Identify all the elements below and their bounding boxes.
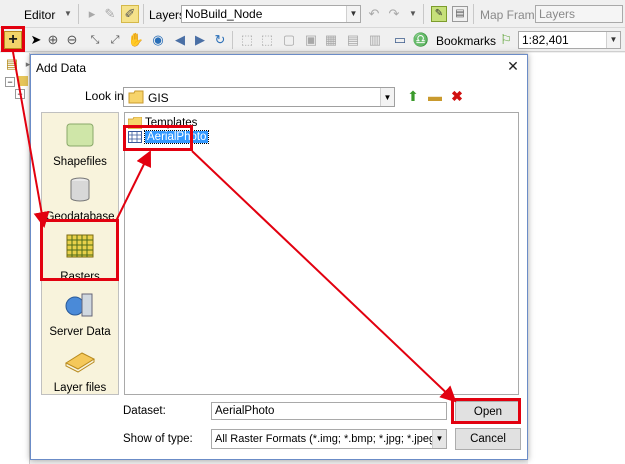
dataset-name-field[interactable]: AerialPhoto [211, 402, 447, 420]
editor-toolbar: Editor ▼ ▸ ✎ ✐ Layers NoBuild_Node ▼ ↶ ↷… [0, 0, 625, 28]
fixed-zoom-in-icon[interactable]: ⤡ [87, 32, 103, 48]
refresh-icon[interactable]: ↻ [212, 32, 228, 48]
editor-dropdown-icon[interactable]: ▼ [60, 6, 76, 22]
map-frame-dropdown[interactable]: Layers [535, 5, 623, 23]
expand-collapse-icon[interactable]: − [5, 77, 15, 87]
server-data-icon [65, 293, 93, 317]
go-back-icon[interactable]: ◀ [172, 32, 188, 48]
geodatabase-icon [70, 177, 90, 202]
toolbar-separator [473, 4, 474, 24]
sidebar-item-layer-files[interactable]: Layer files [42, 341, 118, 394]
zoom-in-icon[interactable]: ⊕ [45, 32, 61, 48]
map-frame-label: Map Frame [480, 8, 542, 22]
zoom-out-icon[interactable]: ⊖ [64, 32, 80, 48]
tools-toolbar: + ➤ ⊕ ⊖ ⤡ ⤢ ✋ ◉ ◀ ▶ ↻ ⬚ ⬚ ▢ ▣ ▦ ▤ ▥ ▭ ♎ … [0, 28, 625, 52]
sidebar-item-server-data[interactable]: Server Data [42, 285, 118, 338]
sketch-pencil-icon[interactable]: ✎ [102, 6, 118, 22]
chevron-down-icon: ▼ [380, 88, 394, 106]
chevron-down-icon: ▼ [606, 32, 620, 48]
look-in-dropdown[interactable]: GIS ▼ [123, 87, 395, 107]
close-icon[interactable]: ✕ [505, 58, 521, 74]
map-scale-dropdown[interactable]: 1:82,401 ▼ [518, 31, 621, 49]
list-by-drawing-order-icon[interactable]: ▤ [4, 56, 20, 72]
binoculars-icon[interactable]: ♎ [413, 32, 429, 48]
folder-icon [128, 90, 144, 104]
toolbar-separator [232, 31, 233, 49]
bookmarks-menu[interactable]: Bookmarks [436, 34, 496, 48]
show-of-type-dropdown[interactable]: All Raster Formats (*.img; *.bmp; *.jpg;… [211, 429, 447, 449]
full-extent-icon[interactable]: ◉ [150, 32, 166, 48]
html-popup-icon[interactable]: ▥ [367, 32, 383, 48]
layers-dropdown-value: NoBuild_Node [185, 7, 263, 21]
sidebar-item-label: Server Data [49, 326, 111, 338]
flag-icon[interactable]: ⚐ [498, 32, 514, 48]
hyperlink-icon[interactable]: ▤ [345, 32, 361, 48]
chevron-down-icon: ▼ [432, 430, 446, 448]
dialog-title: Add Data [36, 61, 87, 75]
map-scale-value: 1:82,401 [522, 33, 569, 47]
toolbar-separator [423, 4, 424, 24]
map-frame-dropdown-value: Layers [539, 7, 576, 21]
editor-toolbar-icon[interactable]: ✐ [121, 5, 139, 23]
highlight-add-data-button [1, 26, 25, 52]
fixed-zoom-out-icon[interactable]: ⤢ [107, 32, 123, 48]
toolbar-options-icon[interactable]: ▼ [405, 6, 421, 22]
look-in-label: Look in: [85, 89, 128, 103]
table-of-contents: ▤ ▸ − − [0, 53, 30, 464]
map-display-area [528, 53, 625, 464]
sidebar-item-label: Layer files [53, 382, 107, 394]
find-icon[interactable]: ▣ [303, 32, 319, 48]
expand-collapse-icon[interactable]: − [15, 89, 25, 99]
up-one-level-icon[interactable]: ⬆ [405, 88, 421, 104]
select-features-icon[interactable]: ⬚ [239, 32, 255, 48]
identify-icon[interactable]: ▢ [281, 32, 297, 48]
data-view-icon[interactable]: ▤ [452, 6, 468, 22]
sidebar-item-geodatabase[interactable]: Geodatabase [42, 176, 118, 223]
sidebar-item-label: Shapefiles [53, 156, 107, 168]
layers-frame-icon [18, 76, 28, 86]
cancel-button[interactable]: Cancel [455, 428, 521, 450]
shapefiles-icon [66, 123, 94, 147]
sidebar-item-shapefiles[interactable]: Shapefiles [42, 119, 118, 168]
highlight-open-button [451, 398, 521, 424]
pan-icon[interactable]: ✋ [128, 32, 144, 48]
go-forward-icon[interactable]: ▶ [192, 32, 208, 48]
toolbar-separator [78, 4, 79, 24]
file-list[interactable]: Templates AerialPhoto [124, 112, 519, 395]
highlight-aerialphoto-item [123, 125, 193, 151]
editor-menu[interactable]: Editor [24, 8, 55, 22]
toolbar-separator [143, 4, 144, 24]
layers-dropdown[interactable]: NoBuild_Node ▼ [181, 5, 361, 23]
highlight-rasters-item [40, 219, 119, 281]
dataset-label: Dataset: [123, 405, 166, 417]
time-slider-icon[interactable]: ▭ [392, 32, 408, 48]
look-in-value: GIS [148, 91, 169, 105]
redo-icon[interactable]: ↷ [386, 6, 402, 22]
edit-tool-icon[interactable]: ▸ [84, 6, 100, 22]
undo-icon[interactable]: ↶ [366, 6, 382, 22]
delete-icon[interactable]: ✖ [449, 88, 465, 104]
chevron-down-icon: ▼ [346, 6, 360, 22]
clear-selection-icon[interactable]: ⬚ [259, 32, 275, 48]
select-elements-icon[interactable]: ➤ [28, 32, 44, 48]
layout-view-icon[interactable]: ✎ [431, 6, 447, 22]
show-of-type-label: Show of type: [123, 433, 193, 445]
layer-files-icon [64, 352, 96, 373]
measure-icon[interactable]: ▦ [323, 32, 339, 48]
new-folder-icon[interactable]: ▬ [427, 88, 443, 104]
layers-label: Layers [149, 8, 186, 22]
show-of-type-value: All Raster Formats (*.img; *.bmp; *.jpg;… [215, 433, 447, 445]
